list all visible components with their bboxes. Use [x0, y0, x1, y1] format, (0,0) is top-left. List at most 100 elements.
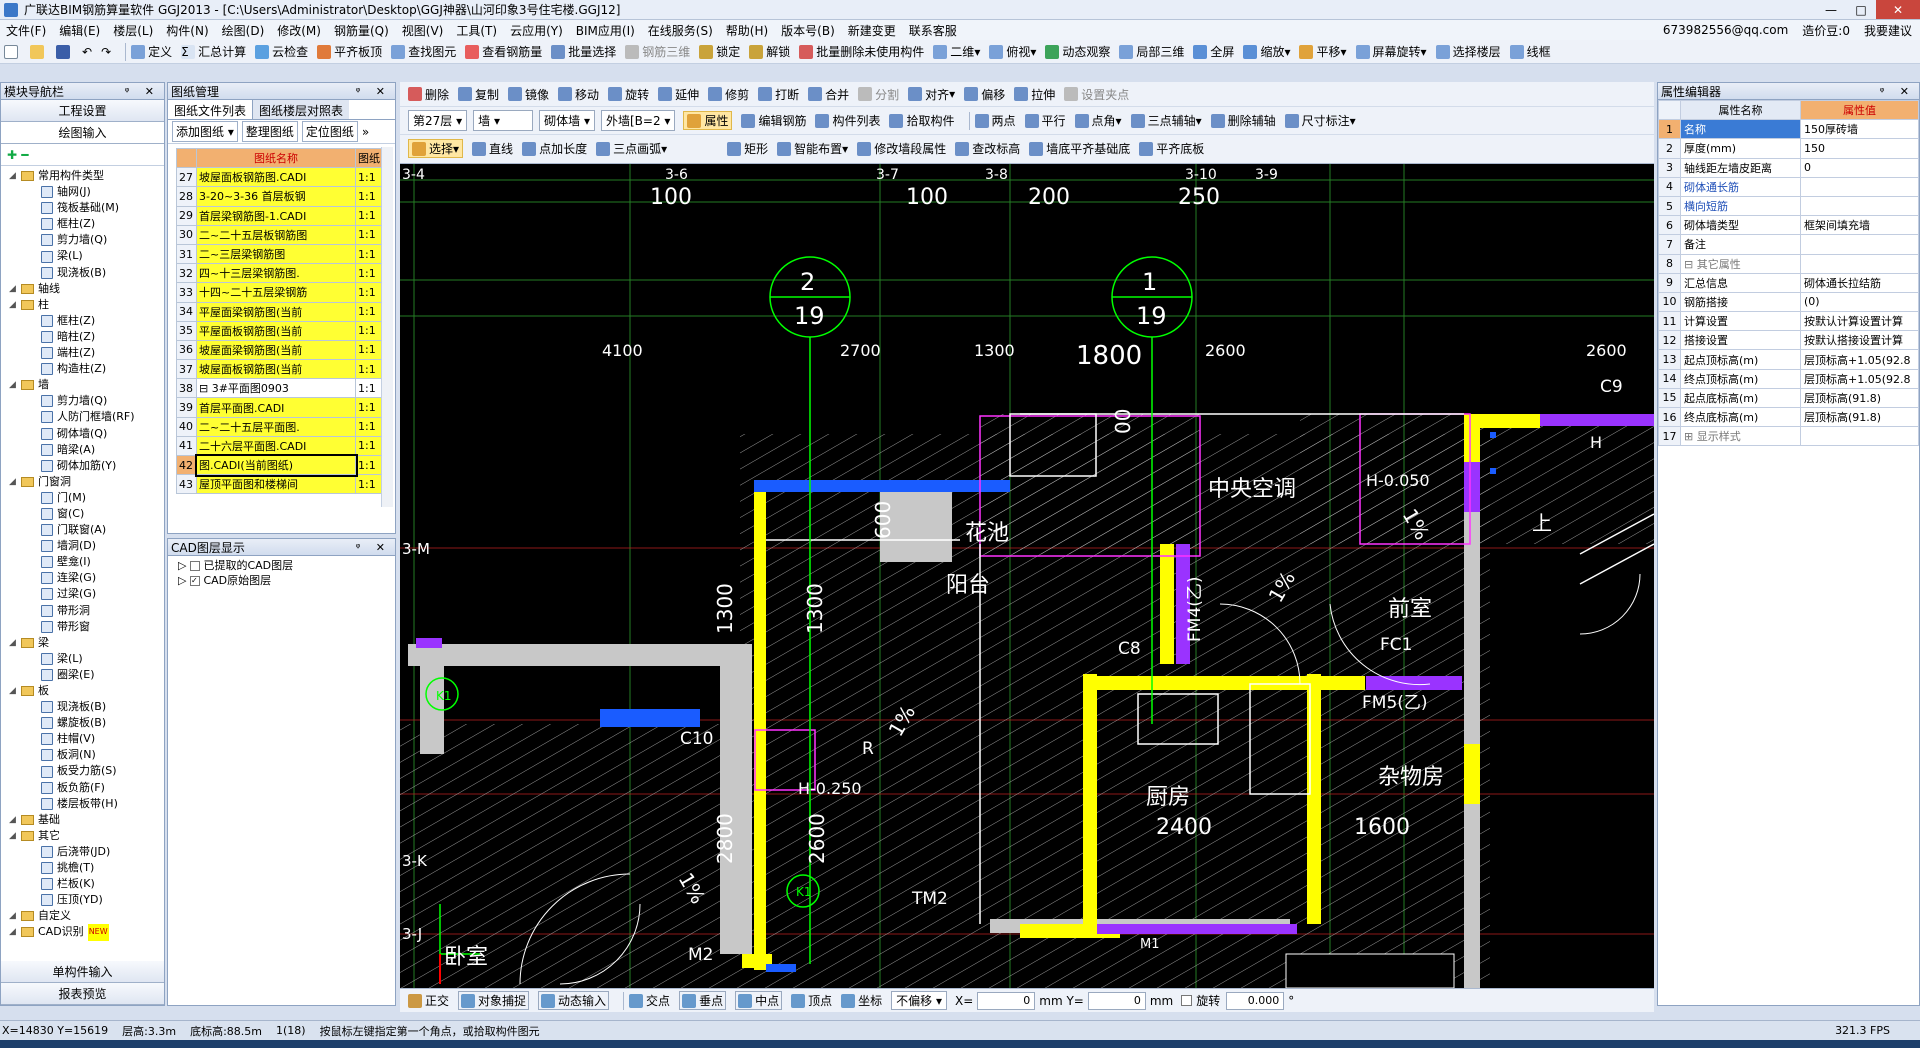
menu-new-change[interactable]: 新建变更: [848, 22, 896, 39]
menu-tools[interactable]: 工具(T): [456, 22, 497, 39]
pick-component-button[interactable]: 拾取构件: [889, 112, 955, 129]
align-dropdown[interactable]: 对齐 ▾: [908, 86, 955, 103]
expand-toggle-icon[interactable]: ◢: [9, 297, 21, 313]
table-row[interactable]: 30 二~二十五层板钢筋图 1:1: [176, 224, 383, 245]
perpendicular-snap[interactable]: 垂点: [679, 991, 727, 1010]
stretch-button[interactable]: 拉伸: [1014, 86, 1055, 103]
project-settings-button[interactable]: 工程设置: [1, 100, 164, 122]
add-drawing-button[interactable]: 添加图纸 ▾: [172, 121, 238, 142]
property-value[interactable]: 层顶标高+1.05(92.8: [1800, 368, 1919, 389]
property-row[interactable]: 7 备注: [1658, 234, 1919, 255]
type-select[interactable]: 墙 ▾: [473, 110, 534, 131]
tree-item[interactable]: 板洞(N): [1, 747, 164, 763]
tree-item[interactable]: 后浇带(JD): [1, 844, 164, 860]
property-row[interactable]: 1 名称 150厚砖墙: [1658, 119, 1919, 140]
organize-drawing-button[interactable]: 整理图纸: [241, 121, 298, 142]
menu-file[interactable]: 文件(F): [6, 22, 46, 39]
tree-item[interactable]: 端柱(Z): [1, 345, 164, 361]
tree-item[interactable]: 板受力筋(S): [1, 763, 164, 779]
table-row[interactable]: 39 首层平面图.CADI 1:1: [176, 397, 383, 418]
midpoint-snap[interactable]: 中点: [735, 991, 783, 1010]
expand-toggle-icon[interactable]: ◢: [9, 924, 21, 940]
property-value[interactable]: [1800, 195, 1919, 217]
dimension-button[interactable]: 尺寸标注 ▾: [1284, 112, 1356, 129]
tree-item[interactable]: 暗柱(Z): [1, 329, 164, 345]
menu-view[interactable]: 视图(V): [402, 22, 444, 39]
property-value[interactable]: 按默认计算设置计算: [1800, 311, 1919, 332]
menu-floor[interactable]: 楼层(L): [113, 22, 153, 39]
property-row[interactable]: 12 搭接设置 按默认搭接设置计算: [1658, 330, 1919, 351]
tree-item[interactable]: 墙洞(D): [1, 538, 164, 554]
undo-icon[interactable]: ↶: [82, 45, 92, 59]
drawing-input-button[interactable]: 绘图输入: [1, 122, 164, 144]
tree-item[interactable]: 砌体墙(Q): [1, 426, 164, 442]
ortho-toggle[interactable]: 正交: [408, 992, 449, 1009]
tree-item[interactable]: 挑檐(T): [1, 860, 164, 876]
more-icon[interactable]: »: [362, 125, 369, 139]
report-preview-button[interactable]: 报表预览: [1, 983, 164, 1005]
tree-group[interactable]: ◢ 基础: [1, 812, 164, 828]
tree-item[interactable]: 剪力墙(Q): [1, 232, 164, 248]
zoom-dropdown[interactable]: 缩放 ▾: [1243, 43, 1290, 60]
object-snap-toggle[interactable]: 对象捕捉: [458, 991, 530, 1010]
property-row[interactable]: 8 ⊟ 其它属性: [1658, 253, 1919, 274]
tree-item[interactable]: 框柱(Z): [1, 216, 164, 232]
expand-toggle-icon[interactable]: ◢: [9, 474, 21, 490]
collapse-all-icon[interactable]: ━: [21, 148, 28, 162]
suggest-button[interactable]: 我要建议: [1864, 22, 1912, 39]
view-2d-dropdown[interactable]: 二维 ▾: [933, 43, 980, 60]
menu-contact[interactable]: 联系客服: [909, 22, 957, 39]
property-value[interactable]: (0): [1800, 291, 1919, 313]
table-row[interactable]: 32 四~十三层梁钢筋图. 1:1: [176, 263, 383, 284]
align-slab-bottom-button[interactable]: 平齐底板: [1139, 140, 1204, 157]
tab-drawing-files[interactable]: 图纸文件列表: [168, 100, 254, 119]
smart-layout-button[interactable]: 智能布置 ▾: [777, 140, 848, 157]
cloud-check-button[interactable]: 云检查: [255, 43, 308, 60]
expand-toggle-icon[interactable]: ◢: [9, 281, 21, 297]
set-grip-button[interactable]: 设置夹点: [1064, 86, 1129, 103]
screen-rotate-dropdown[interactable]: 屏幕旋转 ▾: [1355, 43, 1427, 60]
two-point-button[interactable]: 两点: [974, 112, 1016, 129]
cad-drawing[interactable]: 3-4 3-6 3-7 3-8 3-9 3-10 3-M 3-K 3-J 100…: [400, 164, 1654, 988]
local-3d-button[interactable]: 局部三维: [1119, 43, 1184, 60]
property-row[interactable]: 15 起点底标高(m) 层顶标高(91.8): [1658, 387, 1919, 409]
expand-toggle-icon[interactable]: ◢: [9, 683, 21, 699]
property-value[interactable]: 0: [1800, 157, 1919, 178]
property-row[interactable]: 13 起点顶标高(m) 层顶标高+1.05(92.8: [1658, 349, 1919, 370]
tree-item[interactable]: 构造柱(Z): [1, 361, 164, 377]
table-row[interactable]: 34 平屋面梁钢筋图(当前 1:1: [176, 301, 383, 322]
property-row[interactable]: 16 终点底标高(m) 层顶标高(91.8): [1658, 406, 1919, 428]
view-rebar-button[interactable]: 查看钢筋量: [465, 43, 542, 60]
parallel-button[interactable]: 平行: [1024, 112, 1066, 129]
property-value[interactable]: 框架间填充墙: [1800, 215, 1919, 236]
open-file-icon[interactable]: [30, 44, 47, 59]
coordinate-snap[interactable]: 坐标: [841, 992, 882, 1009]
table-row[interactable]: 38 ⊟ 3#平面图0903 1:1: [176, 378, 383, 399]
property-row[interactable]: 5 横向短筋: [1658, 195, 1919, 217]
define-button[interactable]: 定义: [131, 43, 172, 60]
x-input[interactable]: 0: [977, 991, 1036, 1010]
fullscreen-button[interactable]: 全屏: [1193, 43, 1234, 60]
delete-button[interactable]: 删除: [408, 86, 449, 103]
table-row[interactable]: 33 十四~二十五层梁钢筋 1:1: [176, 282, 383, 303]
tree-group[interactable]: ◢ 梁: [1, 635, 164, 651]
tree-item[interactable]: 过梁(G): [1, 586, 164, 602]
menu-modify[interactable]: 修改(M): [277, 22, 321, 39]
batch-select-button[interactable]: 批量选择: [551, 43, 616, 60]
unlock-button[interactable]: 解锁: [749, 43, 790, 60]
tree-item[interactable]: 门联窗(A): [1, 522, 164, 538]
menu-online[interactable]: 在线服务(S): [648, 22, 713, 39]
table-row[interactable]: 29 首层梁钢筋图-1.CADI 1:1: [176, 205, 383, 226]
tree-item[interactable]: 梁(L): [1, 248, 164, 264]
expand-toggle-icon[interactable]: ◢: [9, 168, 21, 184]
expand-all-icon[interactable]: ✚: [7, 148, 17, 162]
dynamic-view-button[interactable]: 动态观察: [1045, 43, 1110, 60]
property-value[interactable]: 砌体通长拉结筋: [1800, 272, 1919, 293]
property-value[interactable]: 层顶标高(91.8): [1800, 387, 1919, 409]
delete-axis-button[interactable]: 删除辅轴: [1210, 112, 1276, 129]
floor-select[interactable]: 第27层 ▾: [408, 110, 468, 131]
lock-button[interactable]: 锁定: [699, 43, 740, 60]
modify-wall-props-button[interactable]: 修改墙段属性: [857, 140, 946, 157]
three-point-axis-button[interactable]: 三点辅轴 ▾: [1130, 112, 1202, 129]
tree-group[interactable]: ◢ 墙: [1, 377, 164, 393]
